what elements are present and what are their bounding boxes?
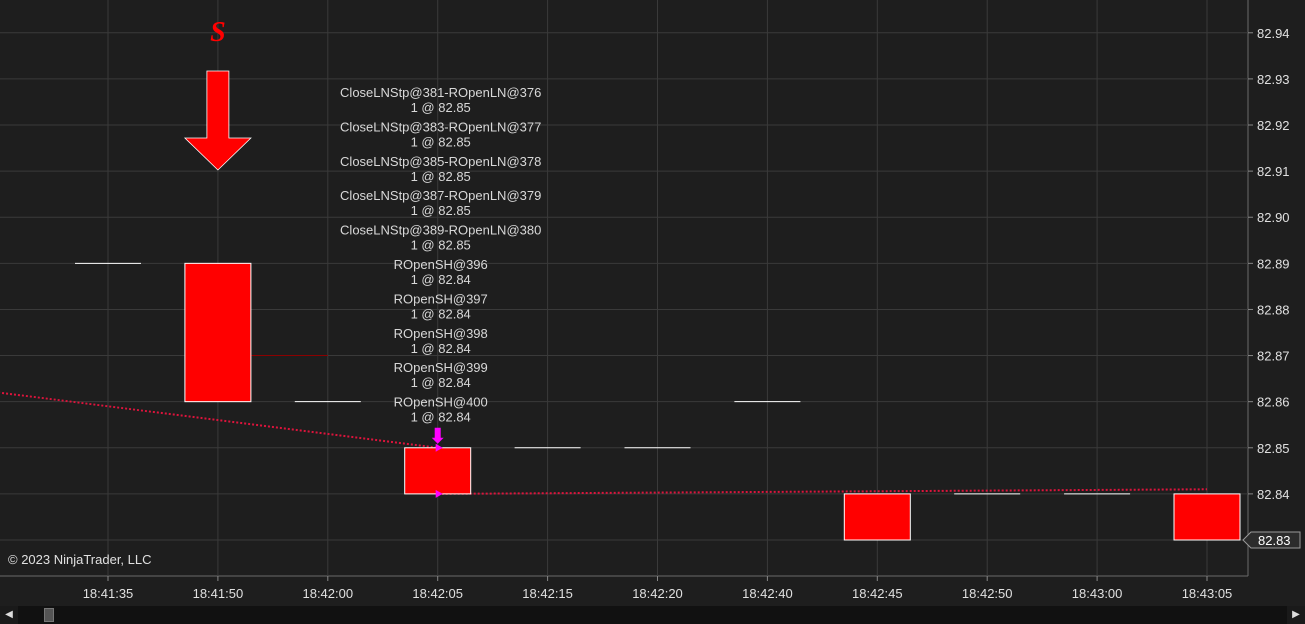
trade-label-fill: 1 @ 82.84 xyxy=(411,341,471,356)
trade-label-fill: 1 @ 82.85 xyxy=(411,169,471,184)
trade-label-fill: 1 @ 82.84 xyxy=(411,410,471,425)
trade-label-fill: 1 @ 82.85 xyxy=(411,203,471,218)
copyright-text: © 2023 NinjaTrader, LLC xyxy=(8,552,152,567)
x-tick-label: 18:42:00 xyxy=(302,586,353,601)
trade-label-fill: 1 @ 82.84 xyxy=(411,306,471,321)
x-tick-label: 18:42:45 xyxy=(852,586,903,601)
x-tick-label: 18:42:05 xyxy=(412,586,463,601)
trade-label-name: CloseLNStp@387-ROpenLN@379 xyxy=(340,188,541,203)
scroll-left-arrow-icon[interactable]: ◀ xyxy=(0,606,18,624)
scrollbar-thumb[interactable] xyxy=(44,608,54,622)
x-tick-label: 18:41:50 xyxy=(193,586,244,601)
trade-label-name: ROpenSH@397 xyxy=(394,291,488,306)
x-tick-label: 18:42:20 xyxy=(632,586,683,601)
price-chart[interactable]: S CloseLNStp@381-ROpenLN@3761 @ 82.85Clo… xyxy=(0,0,1305,606)
y-tick-label: 82.89 xyxy=(1257,256,1290,271)
trade-label-name: ROpenSH@399 xyxy=(394,360,488,375)
x-tick-label: 18:42:50 xyxy=(962,586,1013,601)
current-price-label: 82.83 xyxy=(1258,533,1291,548)
trade-label-name: ROpenSH@396 xyxy=(394,257,488,272)
trade-label-fill: 1 @ 82.85 xyxy=(411,134,471,149)
y-tick-label: 82.88 xyxy=(1257,302,1290,317)
trade-label-fill: 1 @ 82.84 xyxy=(411,272,471,287)
trade-label-name: CloseLNStp@385-ROpenLN@378 xyxy=(340,154,541,169)
trade-label-fill: 1 @ 82.85 xyxy=(411,238,471,253)
y-tick-label: 82.84 xyxy=(1257,487,1290,502)
y-tick-label: 82.94 xyxy=(1257,26,1290,41)
y-tick-label: 82.90 xyxy=(1257,210,1290,225)
x-tick-label: 18:43:00 xyxy=(1072,586,1123,601)
x-tick-label: 18:42:40 xyxy=(742,586,793,601)
y-tick-label: 82.87 xyxy=(1257,349,1290,364)
x-tick-label: 18:43:05 xyxy=(1182,586,1233,601)
x-tick-label: 18:42:15 xyxy=(522,586,573,601)
x-tick-label: 18:41:35 xyxy=(83,586,134,601)
horizontal-scrollbar[interactable]: ◀ ▶ xyxy=(0,606,1305,624)
y-tick-label: 82.93 xyxy=(1257,72,1290,87)
candle-body xyxy=(184,262,252,403)
candle-body xyxy=(843,493,911,541)
trade-label-name: CloseLNStp@389-ROpenLN@380 xyxy=(340,223,541,238)
y-tick-label: 82.86 xyxy=(1257,395,1290,410)
trade-label-fill: 1 @ 82.85 xyxy=(411,100,471,115)
trade-label-name: ROpenSH@398 xyxy=(394,326,488,341)
candle-body xyxy=(404,447,472,495)
trade-label-name: CloseLNStp@383-ROpenLN@377 xyxy=(340,119,541,134)
trade-label-fill: 1 @ 82.84 xyxy=(411,375,471,390)
y-tick-label: 82.91 xyxy=(1257,164,1290,179)
trade-label-name: ROpenSH@400 xyxy=(394,395,488,410)
y-tick-label: 82.85 xyxy=(1257,441,1290,456)
scroll-right-arrow-icon[interactable]: ▶ xyxy=(1287,606,1305,624)
y-tick-label: 82.92 xyxy=(1257,118,1290,133)
signal-letter: S xyxy=(210,17,226,48)
trade-label-name: CloseLNStp@381-ROpenLN@376 xyxy=(340,85,541,100)
candle-body xyxy=(1173,493,1241,541)
